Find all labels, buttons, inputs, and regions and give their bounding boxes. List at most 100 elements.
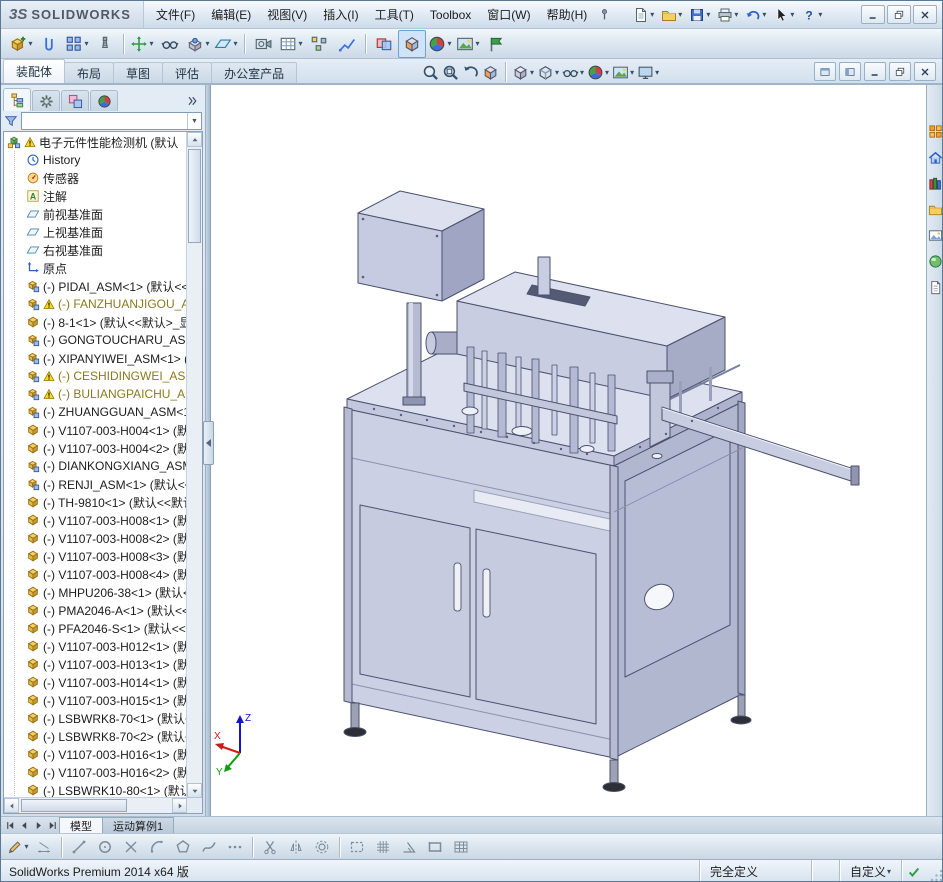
filter-dropdown-icon[interactable]: ▼ <box>187 113 201 129</box>
arc-button[interactable] <box>144 834 170 859</box>
section-view-button[interactable] <box>481 62 500 82</box>
propertymanager-tab[interactable] <box>32 90 60 111</box>
tree-item-20[interactable]: (-) TH-9810<1> (默认<<默认 <box>4 493 187 511</box>
tree-item-8[interactable]: (-) PIDAI_ASM<1> (默认<<默 <box>4 277 187 295</box>
tree-item-25[interactable]: (-) MHPU206-38<1> (默认<< <box>4 583 187 601</box>
view-palette-button[interactable] <box>927 227 943 244</box>
circle-button[interactable] <box>92 834 118 859</box>
select-button[interactable]: ▾ <box>770 3 797 27</box>
configurationmanager-tab[interactable] <box>61 90 89 111</box>
tab-evaluate[interactable]: 评估 <box>162 62 212 83</box>
tree-item-27[interactable]: (-) PFA2046-S<1> (默认<<默 <box>4 619 187 637</box>
hide-show-items-button[interactable]: ▾ <box>561 62 585 82</box>
new-document-button[interactable]: ▾ <box>630 3 657 27</box>
simulation-setup-button[interactable] <box>482 30 510 58</box>
tree-vertical-scrollbar[interactable] <box>186 132 202 798</box>
corner-rectangle-button[interactable] <box>422 834 448 859</box>
menu-view[interactable]: 视图(V) <box>259 5 315 25</box>
bill-of-materials-button[interactable]: ▾ <box>277 30 305 58</box>
last-tab-button[interactable] <box>45 818 59 832</box>
featuremanager-tree[interactable]: 电子元件性能检测机 (默认History传感器A注解前视基准面上视基准面右视基准… <box>3 131 203 814</box>
tree-item-32[interactable]: (-) LSBWRK8-70<1> (默认<< <box>4 709 187 727</box>
previous-tab-button[interactable] <box>17 818 31 832</box>
scroll-up-icon[interactable] <box>187 132 202 147</box>
menu-help[interactable]: 帮助(H) <box>539 5 596 25</box>
displaymanager-tab[interactable] <box>90 90 118 111</box>
menu-toolbox[interactable]: Toolbox <box>422 5 479 25</box>
tree-item-22[interactable]: (-) V1107-003-H008<2> (默认 <box>4 529 187 547</box>
section-view-button[interactable] <box>398 30 426 58</box>
design-library-button[interactable] <box>927 175 943 192</box>
tree-item-24[interactable]: (-) V1107-003-H008<4> (默认 <box>4 565 187 583</box>
tree-item-14[interactable]: (-) BULIANGPAICHU_ASM- <box>4 385 187 403</box>
menu-window[interactable]: 窗口(W) <box>479 5 538 25</box>
tree-item-0[interactable]: 电子元件性能检测机 (默认 <box>4 133 187 151</box>
angle-dimension-button[interactable] <box>396 834 422 859</box>
tab-assembly[interactable]: 装配体 <box>3 59 65 83</box>
tree-item-15[interactable]: (-) ZHUANGGUAN_ASM<1> ( <box>4 403 187 421</box>
featuremanager-tree-tab[interactable] <box>3 88 31 111</box>
tree-item-11[interactable]: (-) GONGTOUCHARU_ASM<1 <box>4 331 187 349</box>
smart-dimension-button[interactable] <box>31 834 57 859</box>
tree-item-31[interactable]: (-) V1107-003-H015<1> (默认 <box>4 691 187 709</box>
tree-item-10[interactable]: (-) 8-1<1> (默认<<默认>_显 <box>4 313 187 331</box>
tree-item-2[interactable]: 传感器 <box>4 169 187 187</box>
custom-properties-button[interactable] <box>927 279 943 296</box>
tree-item-34[interactable]: (-) V1107-003-H016<1> (默认 <box>4 745 187 763</box>
window-split-button[interactable] <box>839 62 861 81</box>
tree-item-28[interactable]: (-) V1107-003-H012<1> (默认 <box>4 637 187 655</box>
polygon-button[interactable] <box>170 834 196 859</box>
scroll-left-icon[interactable] <box>4 798 19 813</box>
office-products-button[interactable] <box>927 123 943 140</box>
tab-office[interactable]: 办公室产品 <box>211 62 297 83</box>
rapid-sketch-button[interactable] <box>344 834 370 859</box>
new-motion-study-button[interactable] <box>249 30 277 58</box>
view-settings-button[interactable]: ▾ <box>636 62 660 82</box>
tree-item-26[interactable]: (-) PMA2046-A<1> (默认<< <box>4 601 187 619</box>
tree-item-13[interactable]: (-) CESHIDINGWEI_ASM< <box>4 367 187 385</box>
resize-grip[interactable] <box>926 860 943 882</box>
tree-item-29[interactable]: (-) V1107-003-H013<1> (默认 <box>4 655 187 673</box>
assembly-3d-model[interactable] <box>211 85 926 816</box>
horizontal-scroll-thumb[interactable] <box>21 799 127 812</box>
tree-item-16[interactable]: (-) V1107-003-H004<1> (默认 <box>4 421 187 439</box>
vertical-scroll-thumb[interactable] <box>188 149 201 243</box>
pin-menu-button[interactable] <box>595 3 614 27</box>
tree-item-19[interactable]: (-) RENJI_ASM<1> (默认<<默 <box>4 475 187 493</box>
zoom-to-fit-button[interactable] <box>421 62 440 82</box>
tab-sketch[interactable]: 草图 <box>113 62 163 83</box>
sketch-button[interactable]: ▾ <box>5 834 31 859</box>
tree-item-1[interactable]: History <box>4 151 187 169</box>
tree-item-18[interactable]: (-) DIANKONGXIANG_ASM<1 <box>4 457 187 475</box>
tree-item-5[interactable]: 上视基准面 <box>4 223 187 241</box>
menu-insert[interactable]: 插入(I) <box>315 5 366 25</box>
restore-document-button[interactable] <box>889 62 911 81</box>
edit-appearance-button[interactable]: ▾ <box>426 30 454 58</box>
next-tab-button[interactable] <box>31 818 45 832</box>
save-button[interactable]: ▾ <box>686 3 713 27</box>
menu-tools[interactable]: 工具(T) <box>367 5 422 25</box>
apply-scene-button[interactable]: ▾ <box>454 30 482 58</box>
offset-entities-button[interactable] <box>309 834 335 859</box>
panel-collapse-handle[interactable] <box>203 421 214 465</box>
tree-item-21[interactable]: (-) V1107-003-H008<1> (默认 <box>4 511 187 529</box>
tree-item-12[interactable]: (-) XIPANYIWEI_ASM<1> (默 <box>4 349 187 367</box>
rebuild-status[interactable] <box>901 860 926 882</box>
show-hidden-components-button[interactable] <box>156 30 184 58</box>
line-button[interactable] <box>66 834 92 859</box>
explode-line-sketch-button[interactable] <box>333 30 361 58</box>
tree-item-3[interactable]: A注解 <box>4 187 187 205</box>
file-explorer-button[interactable] <box>927 201 943 218</box>
open-document-button[interactable]: ▾ <box>658 3 685 27</box>
print-button[interactable]: ▾ <box>714 3 741 27</box>
tree-item-4[interactable]: 前视基准面 <box>4 205 187 223</box>
previous-view-button[interactable] <box>461 62 480 82</box>
menu-file[interactable]: 文件(F) <box>148 5 203 25</box>
scroll-down-icon[interactable] <box>187 783 202 798</box>
window-thumbnail-button[interactable] <box>814 62 836 81</box>
tree-horizontal-scrollbar[interactable] <box>4 797 187 813</box>
centerline-button[interactable] <box>118 834 144 859</box>
restore-window-button[interactable] <box>887 5 911 24</box>
first-tab-button[interactable] <box>3 818 17 832</box>
tree-item-17[interactable]: (-) V1107-003-H004<2> (默认 <box>4 439 187 457</box>
